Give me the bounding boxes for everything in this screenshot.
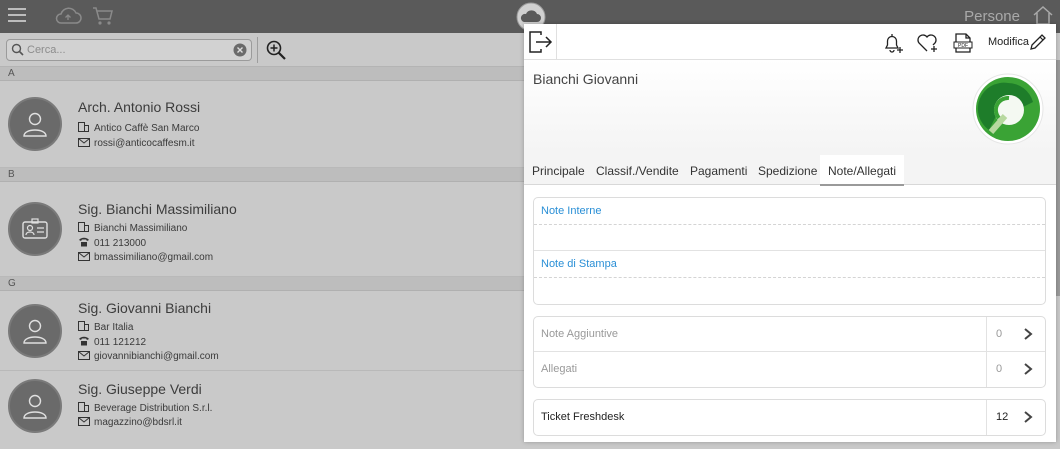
row-count: 12 xyxy=(996,411,1009,423)
section-letter: G xyxy=(0,277,524,291)
contact-email[interactable]: bmassimiliano@gmail.com xyxy=(78,252,213,263)
exit-icon[interactable] xyxy=(528,30,554,57)
avatar xyxy=(8,97,62,151)
row-label: Note Aggiuntive xyxy=(541,328,619,340)
heart-add-icon[interactable] xyxy=(916,32,940,57)
notes-card: Note Interne Note di Stampa xyxy=(533,197,1046,305)
contact-company: Antico Caffè San Marco xyxy=(78,122,199,134)
contact-name: Sig. Bianchi Massimiliano xyxy=(78,201,237,217)
extras-card: Note Aggiuntive 0 Allegati 0 xyxy=(533,316,1046,388)
phone-icon xyxy=(78,336,90,346)
chevron-right-icon xyxy=(1024,411,1033,423)
contact-item[interactable]: Sig. Bianchi Massimiliano Bianchi Massim… xyxy=(0,182,524,277)
row-label: Allegati xyxy=(541,363,578,375)
internal-notes-section[interactable]: Note Interne xyxy=(534,198,1045,251)
detail-tabs: Principale Classif./Vendite Pagamenti Sp… xyxy=(524,155,1056,186)
row-count: 0 xyxy=(996,363,1003,375)
contact-phone[interactable]: 011 213000 xyxy=(78,237,146,249)
detail-name: Bianchi Giovanni xyxy=(533,71,639,87)
contact-company: Bianchi Massimiliano xyxy=(78,222,187,234)
brand-logo-icon xyxy=(971,72,1045,146)
cart-icon[interactable] xyxy=(92,6,114,29)
dashed-divider xyxy=(534,277,1045,278)
avatar xyxy=(8,202,62,256)
row-count: 0 xyxy=(996,328,1003,340)
building-icon xyxy=(78,122,90,132)
contact-item[interactable]: Sig. Giuseppe Verdi Beverage Distributio… xyxy=(0,371,524,449)
contact-detail-panel: PDF Modifica Bianchi Giovanni Principale… xyxy=(524,24,1056,442)
toolbar-divider xyxy=(257,37,258,63)
tab-pagamenti[interactable]: Pagamenti xyxy=(690,164,747,178)
pdf-icon[interactable]: PDF xyxy=(952,32,974,57)
contact-name: Sig. Giovanni Bianchi xyxy=(78,300,212,316)
row-count-cell: 12 xyxy=(986,400,1046,435)
building-icon xyxy=(78,402,90,412)
contact-item[interactable]: Sig. Giovanni Bianchi Bar Italia 011 121… xyxy=(0,291,524,371)
phone-icon xyxy=(78,237,90,247)
search-icon xyxy=(11,43,24,59)
contact-email[interactable]: magazzino@bdsrl.it xyxy=(78,417,182,428)
search-placeholder: Cerca... xyxy=(27,44,66,56)
row-label: Ticket Freshdesk xyxy=(541,411,625,423)
contact-email[interactable]: rossi@anticocaffesm.it xyxy=(78,138,195,149)
additional-notes-row[interactable]: Note Aggiuntive 0 xyxy=(534,317,1045,352)
contact-company: Beverage Distribution S.r.l. xyxy=(78,402,212,414)
detail-toolbar: PDF Modifica xyxy=(524,24,1056,60)
attachments-row[interactable]: Allegati 0 xyxy=(534,352,1045,387)
tab-principale[interactable]: Principale xyxy=(532,164,585,178)
section-letter: B xyxy=(0,168,524,182)
search-input[interactable]: Cerca... xyxy=(6,39,252,61)
building-icon xyxy=(78,222,90,232)
bell-add-icon[interactable] xyxy=(882,32,904,57)
contact-name: Arch. Antonio Rossi xyxy=(78,99,201,115)
freshdesk-row[interactable]: Ticket Freshdesk 12 xyxy=(534,400,1045,435)
contact-email[interactable]: giovannibianchi@gmail.com xyxy=(78,351,219,362)
mail-icon xyxy=(78,351,90,361)
toolbar-divider xyxy=(556,24,557,60)
avatar xyxy=(8,379,62,433)
mail-icon xyxy=(78,417,90,427)
contact-phone[interactable]: 011 121212 xyxy=(78,336,146,348)
contact-item[interactable]: Arch. Antonio Rossi Antico Caffè San Mar… xyxy=(0,81,524,168)
tab-classif-vendite[interactable]: Classif./Vendite xyxy=(596,164,679,178)
ticket-card: Ticket Freshdesk 12 xyxy=(533,399,1046,436)
internal-notes-label: Note Interne xyxy=(541,205,602,217)
print-notes-label: Note di Stampa xyxy=(541,258,617,270)
chevron-right-icon xyxy=(1024,363,1033,375)
pencil-icon[interactable] xyxy=(1028,32,1048,55)
contact-list: A Arch. Antonio Rossi Antico Caffè San M… xyxy=(0,67,524,449)
building-icon xyxy=(78,321,90,331)
clear-icon[interactable] xyxy=(233,43,247,60)
print-notes-section[interactable]: Note di Stampa xyxy=(534,251,1045,304)
section-letter: A xyxy=(0,67,524,81)
cloud-icon[interactable] xyxy=(54,6,82,29)
chevron-right-icon xyxy=(1024,328,1033,340)
contact-name: Sig. Giuseppe Verdi xyxy=(78,381,202,397)
avatar xyxy=(8,304,62,358)
mail-icon xyxy=(78,138,90,148)
row-count-cell: 0 xyxy=(986,317,1046,352)
page-title: Persone xyxy=(964,8,1020,25)
svg-text:PDF: PDF xyxy=(958,43,968,49)
zoom-in-icon[interactable] xyxy=(265,39,287,64)
dashed-divider xyxy=(534,224,1045,225)
edit-label[interactable]: Modifica xyxy=(988,36,1029,48)
row-count-cell: 0 xyxy=(986,352,1046,387)
contact-company: Bar Italia xyxy=(78,321,133,333)
tab-spedizione[interactable]: Spedizione xyxy=(758,164,817,178)
mail-icon xyxy=(78,252,90,262)
menu-icon[interactable] xyxy=(8,7,26,26)
tab-note-allegati[interactable]: Note/Allegati xyxy=(820,155,905,186)
